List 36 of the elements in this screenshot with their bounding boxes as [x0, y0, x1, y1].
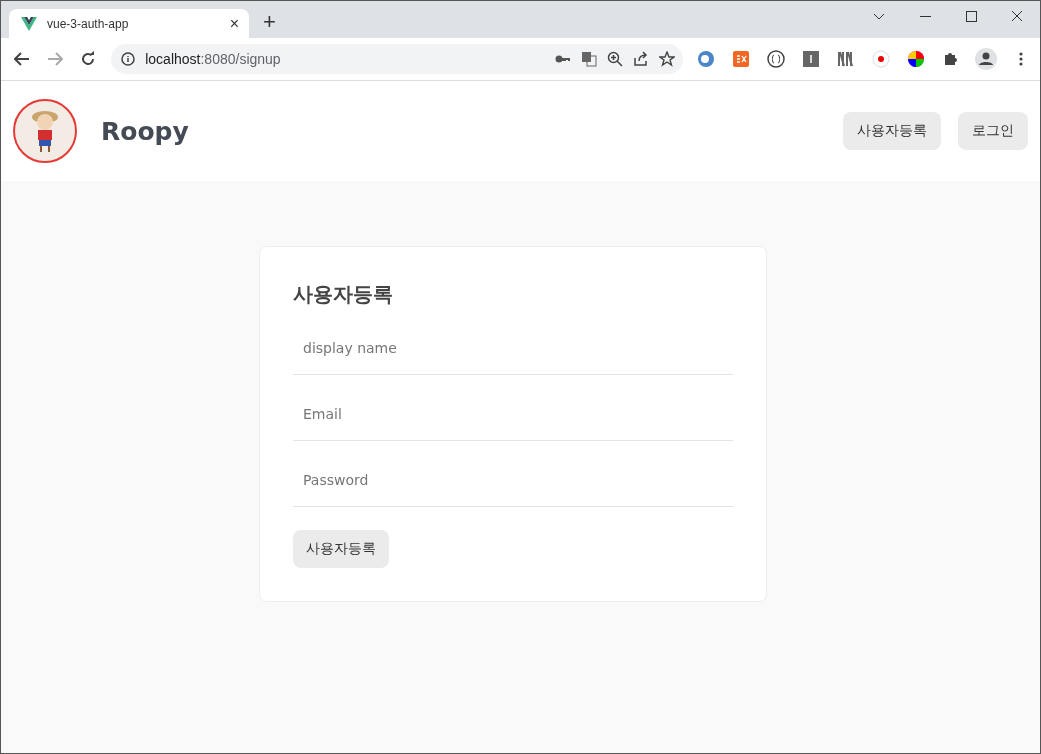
- maximize-icon[interactable]: [965, 10, 977, 22]
- tab-close-button[interactable]: ×: [229, 14, 239, 33]
- square-extension-icon[interactable]: [803, 51, 820, 67]
- nav-button[interactable]: 로그인: [958, 112, 1028, 150]
- browser-tab[interactable]: vue-3-auth-app ×: [9, 9, 249, 38]
- star-icon[interactable]: [658, 51, 675, 67]
- new-tab-button[interactable]: +: [259, 8, 280, 35]
- v-logo-icon: [21, 16, 37, 31]
- back-arrow-icon[interactable]: [14, 52, 31, 66]
- color-wheel-icon[interactable]: [906, 50, 925, 68]
- stripes-extension-icon[interactable]: [836, 51, 855, 67]
- close-icon[interactable]: [1011, 10, 1023, 22]
- chevron-down-icon[interactable]: [873, 12, 885, 20]
- reload-icon[interactable]: [79, 51, 96, 67]
- key-icon[interactable]: [554, 54, 571, 64]
- cartoon-figure-drawing: [30, 108, 60, 154]
- info-icon[interactable]: [121, 52, 136, 66]
- record-extension-icon[interactable]: [871, 50, 890, 68]
- minimize-icon[interactable]: [919, 15, 931, 17]
- ex-extension-icon[interactable]: [733, 51, 750, 67]
- ring-extension-icon[interactable]: [697, 50, 716, 68]
- nav-button[interactable]: 사용자등록: [843, 112, 941, 150]
- translate-icon[interactable]: [580, 51, 597, 67]
- profile-avatar-icon[interactable]: [974, 48, 997, 70]
- logo-image[interactable]: [13, 99, 77, 163]
- brand-name: Roopy: [101, 116, 189, 146]
- share-icon[interactable]: [632, 51, 649, 67]
- form-title: 사용자등록: [293, 281, 394, 308]
- zoom-in-icon[interactable]: [606, 51, 623, 67]
- url-text: localhost:8080/signup: [145, 51, 282, 67]
- signup-button[interactable]: 사용자등록: [293, 530, 389, 568]
- address-bar[interactable]: localhost:8080/signup: [111, 44, 683, 74]
- braces-extension-icon[interactable]: [767, 50, 786, 68]
- tab-title: vue-3-auth-app: [47, 16, 130, 31]
- puzzle-icon[interactable]: [942, 51, 959, 67]
- more-menu-icon[interactable]: [1018, 52, 1023, 66]
